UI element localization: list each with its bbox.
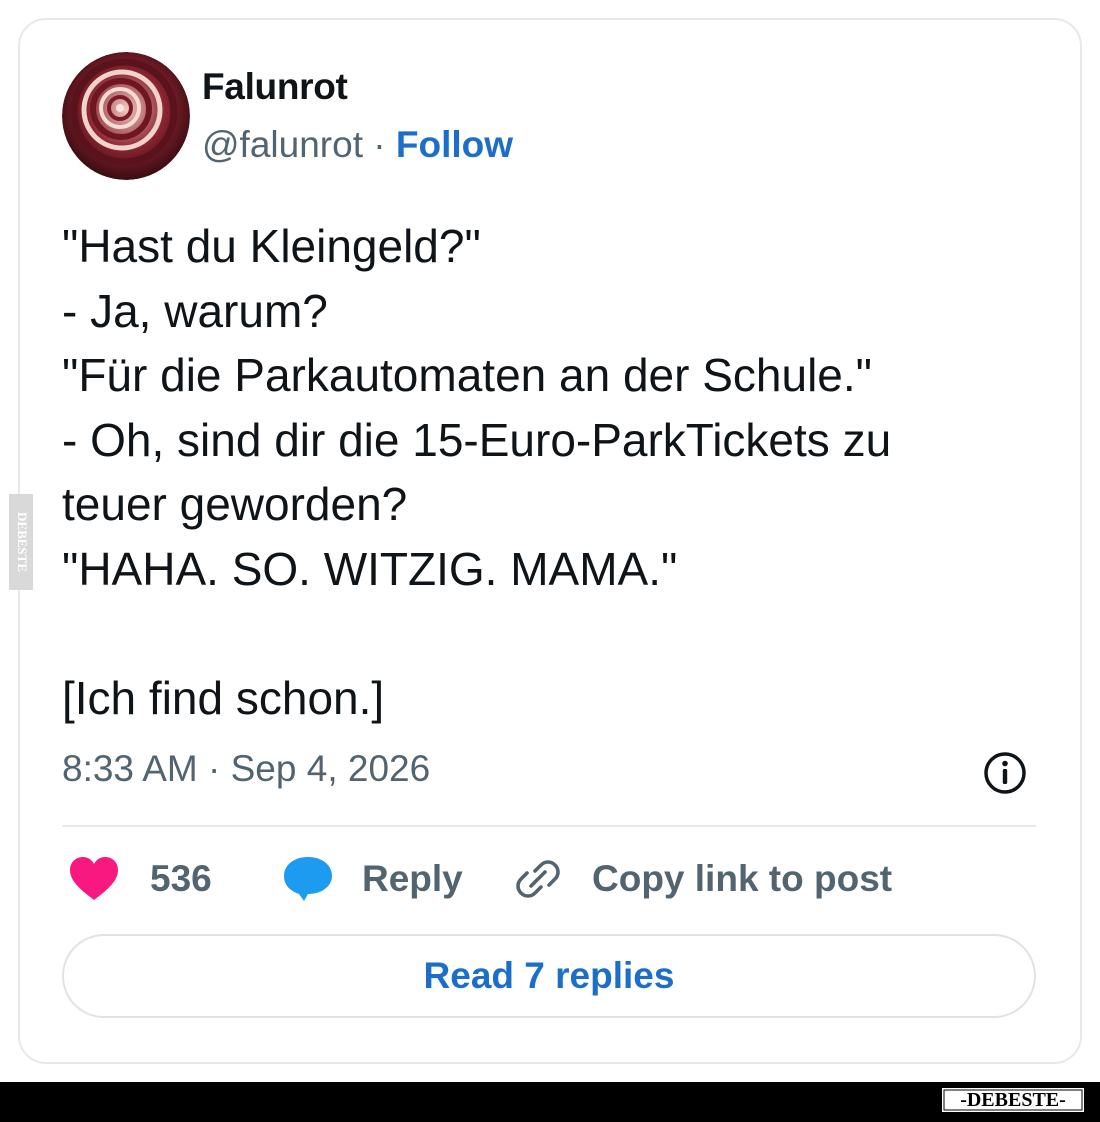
info-icon[interactable]	[982, 750, 1028, 796]
read-replies-button[interactable]: Read 7 replies	[62, 934, 1036, 1018]
tweet-line: "Für die Parkautomaten an der Schule."	[62, 349, 872, 401]
tweet-line: - Oh, sind dir die 15-Euro-ParkTickets z…	[62, 413, 892, 466]
heart-icon	[70, 857, 118, 900]
svg-text:-DEBESTE-: -DEBESTE-	[960, 1089, 1066, 1111]
tweet-line: "Hast du Kleingeld?"	[62, 220, 481, 272]
page: Falunrot @falunrot · Follow "Hast du Kle…	[0, 0, 1100, 1122]
separator-dot: ·	[373, 124, 386, 165]
display-name[interactable]: Falunrot	[202, 66, 348, 108]
tweet-line: teuer geworden?	[62, 478, 408, 530]
link-icon	[516, 860, 560, 898]
user-handle[interactable]: @falunrot	[202, 124, 363, 165]
like-button[interactable]: 536	[68, 848, 212, 910]
copy-link-label: Copy link to post	[592, 858, 893, 899]
speech-bubble-icon	[284, 857, 332, 901]
handle-line: @falunrot · Follow	[202, 124, 513, 166]
tweet-line: [Ich find schon.]	[62, 671, 385, 724]
side-watermark: DEBESTE	[9, 494, 33, 590]
avatar-image	[62, 52, 190, 180]
divider	[62, 825, 1036, 827]
svg-text:DEBESTE: DEBESTE	[15, 512, 30, 572]
bottom-bar	[0, 1082, 1100, 1122]
tweet-text: "Hast du Kleingeld?" - Ja, warum? "Für die…	[62, 214, 1022, 730]
side-watermark-logo: DEBESTE	[15, 512, 30, 572]
watermark-logo: -DEBESTE-	[940, 1086, 1086, 1114]
copy-link-button[interactable]: Copy link to post	[514, 848, 892, 910]
avatar[interactable]	[62, 52, 190, 180]
like-count: 536	[150, 858, 212, 899]
timestamp[interactable]: 8:33 AM · Sep 4, 2026	[62, 748, 430, 790]
reply-label: Reply	[362, 858, 463, 899]
reply-button[interactable]: Reply	[282, 848, 463, 910]
tweet-line: "HAHA. SO. WITZIG. MAMA."	[62, 542, 678, 595]
follow-button[interactable]: Follow	[396, 124, 513, 165]
tweet-line: - Ja, warum?	[62, 284, 328, 337]
